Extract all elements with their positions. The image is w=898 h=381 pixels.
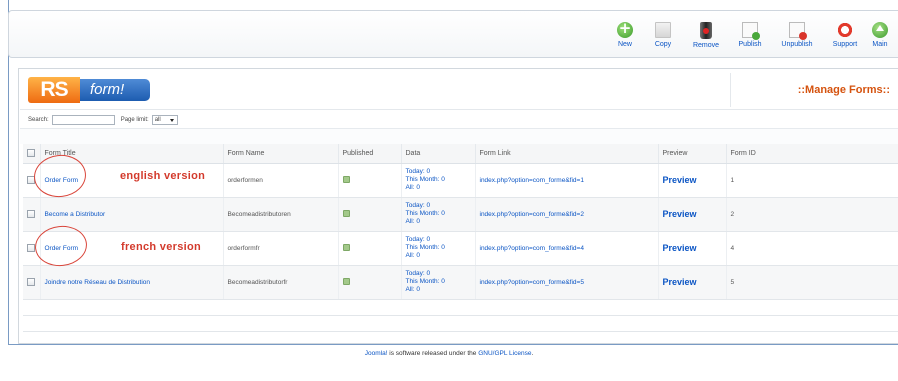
- form-name-cell: orderformen: [223, 163, 339, 198]
- table-footer-line: [23, 315, 898, 316]
- header-vertical-divider: [730, 73, 731, 107]
- toolbar: New Copy Remove Publish Unpublish Suppor…: [8, 10, 898, 58]
- stat-all[interactable]: All: 0: [406, 252, 475, 260]
- main-button-label: Main: [872, 41, 888, 48]
- rsform-logo: RS form!: [28, 77, 150, 103]
- preview-link[interactable]: Preview: [663, 175, 697, 185]
- page-title: ::Manage Forms::: [797, 84, 890, 96]
- footer-end: .: [531, 350, 534, 357]
- unpublish-button-label: Unpublish: [781, 41, 813, 48]
- stat-today[interactable]: Today: 0: [406, 168, 475, 176]
- unpublish-icon: [789, 22, 807, 40]
- form-name-cell: orderformfr: [223, 231, 339, 266]
- table-row: Joindre notre Réseau de Distribution Bec…: [23, 265, 898, 300]
- search-input[interactable]: [51, 115, 115, 125]
- column-header-preview[interactable]: Preview: [658, 144, 727, 164]
- up-arrow-icon: [872, 22, 888, 38]
- form-title-link[interactable]: Joindre notre Réseau de Distribution: [45, 279, 151, 286]
- preview-link[interactable]: Preview: [663, 277, 697, 287]
- stat-month[interactable]: This Month: 0: [406, 176, 475, 184]
- data-stats-cell: Today: 0 This Month: 0 All: 0: [401, 163, 476, 198]
- search-label: Search:: [28, 117, 49, 123]
- copy-icon: [655, 22, 671, 38]
- remove-button-label: Remove: [692, 42, 720, 49]
- data-stats-cell: Today: 0 This Month: 0 All: 0: [401, 197, 476, 232]
- column-header-published[interactable]: Published: [338, 144, 402, 164]
- annotation-french-version: french version: [121, 241, 202, 253]
- row-checkbox[interactable]: [27, 210, 35, 218]
- table-row: Become a Distributor Becomeadistributore…: [23, 197, 898, 232]
- plus-circle-icon: [617, 19, 633, 38]
- published-check-icon[interactable]: [342, 176, 350, 184]
- unpublish-button[interactable]: Unpublish: [777, 22, 817, 48]
- stat-all[interactable]: All: 0: [406, 218, 475, 226]
- column-header-form-id[interactable]: Form ID: [726, 144, 898, 164]
- trash-icon: [700, 22, 712, 39]
- column-header-data[interactable]: Data: [401, 144, 476, 164]
- copy-button-label: Copy: [654, 41, 672, 48]
- stat-month[interactable]: This Month: 0: [406, 244, 475, 252]
- support-button-label: Support: [832, 41, 858, 48]
- stat-today[interactable]: Today: 0: [406, 236, 475, 244]
- joomla-link[interactable]: Joomla!: [365, 350, 388, 357]
- published-check-icon[interactable]: [342, 244, 350, 252]
- logo-rs-text: RS: [28, 77, 80, 103]
- forms-table: Form Title Form Name Published Data Form…: [23, 144, 898, 300]
- form-link[interactable]: index.php?option=com_forme&fid=1: [480, 177, 584, 184]
- form-name-cell: Becomeadistributorfr: [223, 265, 339, 300]
- header-band: [20, 70, 898, 113]
- published-check-icon[interactable]: [342, 278, 350, 286]
- form-link[interactable]: index.php?option=com_forme&fid=2: [480, 211, 584, 218]
- page-limit-value: all: [154, 117, 161, 123]
- form-id-cell: 4: [726, 231, 898, 266]
- new-button[interactable]: New: [605, 19, 645, 48]
- column-header-form-name[interactable]: Form Name: [223, 144, 339, 164]
- page-limit-select[interactable]: all: [151, 115, 178, 125]
- publish-button-label: Publish: [738, 41, 762, 48]
- form-id-cell: 1: [726, 163, 898, 198]
- support-button[interactable]: Support: [825, 22, 865, 48]
- stat-all[interactable]: All: 0: [406, 184, 475, 192]
- table-header-row: Form Title Form Name Published Data Form…: [23, 144, 898, 164]
- select-all-checkbox[interactable]: [27, 149, 35, 158]
- stat-month[interactable]: This Month: 0: [406, 278, 475, 286]
- lifebuoy-icon: [837, 22, 853, 38]
- column-header-form-link[interactable]: Form Link: [475, 144, 659, 164]
- stat-today[interactable]: Today: 0: [406, 202, 475, 210]
- preview-link[interactable]: Preview: [663, 243, 697, 253]
- footer: Joomla! is software released under the G…: [0, 350, 898, 357]
- select-all-cell: [23, 144, 41, 164]
- row-checkbox[interactable]: [27, 244, 35, 252]
- footer-text: is software released under the: [387, 350, 479, 357]
- gpl-license-link[interactable]: GNU/GPL License: [478, 350, 531, 357]
- main-button[interactable]: Main: [865, 22, 895, 48]
- form-link[interactable]: index.php?option=com_forme&fid=4: [480, 245, 584, 252]
- new-button-label: New: [617, 41, 632, 48]
- annotation-english-version: english version: [120, 170, 206, 182]
- row-checkbox[interactable]: [27, 278, 35, 286]
- remove-button[interactable]: Remove: [686, 22, 726, 49]
- stat-month[interactable]: This Month: 0: [406, 210, 475, 218]
- form-link[interactable]: index.php?option=com_forme&fid=5: [480, 279, 584, 286]
- form-name-cell: Becomeadistributoren: [223, 197, 339, 232]
- filter-bar: Search: Page limit: all: [28, 114, 178, 126]
- form-id-cell: 2: [726, 197, 898, 232]
- table-footer-line: [23, 331, 898, 332]
- stat-all[interactable]: All: 0: [406, 286, 475, 294]
- data-stats-cell: Today: 0 This Month: 0 All: 0: [401, 231, 476, 266]
- stat-today[interactable]: Today: 0: [406, 270, 475, 278]
- header-divider-line: [20, 109, 898, 110]
- form-title-link[interactable]: Become a Distributor: [45, 211, 106, 218]
- page-limit-label: Page limit:: [120, 117, 149, 123]
- preview-link[interactable]: Preview: [663, 209, 697, 219]
- data-stats-cell: Today: 0 This Month: 0 All: 0: [401, 265, 476, 300]
- copy-button[interactable]: Copy: [643, 22, 683, 48]
- publish-button[interactable]: Publish: [730, 22, 770, 48]
- content-panel: RS form! ::Manage Forms:: Search: Page l…: [18, 68, 898, 344]
- separator-band: [20, 128, 898, 144]
- published-check-icon[interactable]: [342, 210, 350, 218]
- form-id-cell: 5: [726, 265, 898, 300]
- publish-icon: [742, 22, 760, 40]
- logo-form-text: form!: [80, 79, 150, 101]
